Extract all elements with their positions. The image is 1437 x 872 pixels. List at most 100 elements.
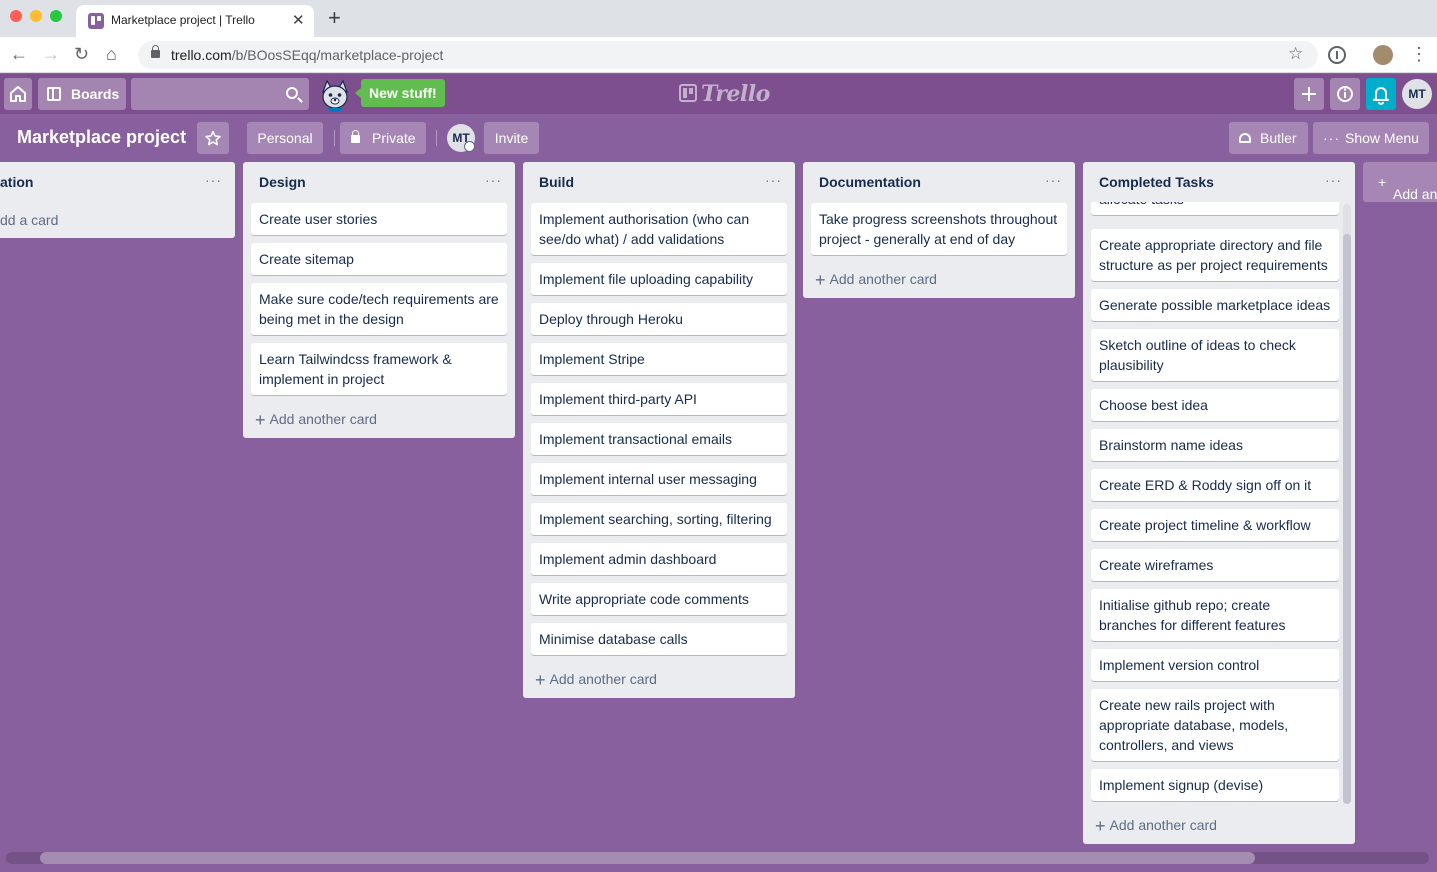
butler-button[interactable]: Butler [1229, 122, 1308, 154]
invite-button[interactable]: Invite [484, 122, 539, 154]
lock-icon [151, 45, 160, 58]
trello-logo-icon [679, 84, 697, 102]
search-icon[interactable] [286, 87, 298, 99]
card[interactable]: Write appropriate code comments [531, 583, 787, 615]
list-completed-tasks[interactable]: Completed Tasks ··· allocate tasks Creat… [1083, 162, 1355, 844]
card[interactable]: Create user stories [251, 203, 507, 235]
card[interactable]: Implement third-party API [531, 383, 787, 415]
card[interactable]: Learn Tailwindcss framework & implement … [251, 343, 507, 395]
list-title[interactable]: Design [259, 174, 306, 190]
add-card-button[interactable]: + Add another card [815, 270, 937, 291]
plus-icon: + [255, 410, 266, 430]
card[interactable]: Implement searching, sorting, filtering [531, 503, 787, 535]
trello-logo[interactable]: Trello [679, 81, 770, 107]
minimize-window-button[interactable] [30, 10, 42, 22]
card[interactable]: Implement admin dashboard [531, 543, 787, 575]
forward-arrow-icon[interactable]: → [42, 44, 60, 64]
card[interactable]: Create wireframes [1091, 549, 1339, 581]
home-button[interactable] [4, 78, 32, 110]
list-title[interactable]: Completed Tasks [1099, 174, 1214, 190]
info-icon [1337, 86, 1353, 102]
privacy-button[interactable]: Private [340, 122, 426, 154]
divider [334, 130, 335, 146]
address-bar[interactable]: trello.com/b/BOosSEqq/marketplace-projec… [138, 41, 1318, 69]
card[interactable]: Implement Stripe [531, 343, 787, 375]
add-card-button[interactable]: + Add another card [535, 670, 657, 691]
list-title[interactable]: Documentation [819, 174, 921, 190]
card[interactable]: Implement internal user messaging [531, 463, 787, 495]
card[interactable]: Sketch outline of ideas to check plausib… [1091, 329, 1339, 381]
info-button[interactable] [1330, 78, 1360, 110]
url-text[interactable]: trello.com/b/BOosSEqq/marketplace-projec… [171, 47, 443, 63]
back-arrow-icon[interactable]: ← [10, 44, 28, 64]
profile-avatar[interactable] [1373, 45, 1393, 65]
board-title[interactable]: Marketplace project [17, 127, 186, 148]
list-scrollbar-thumb[interactable] [1343, 234, 1351, 804]
card[interactable]: Implement signup (devise) [1091, 769, 1339, 801]
card[interactable]: Create sitemap [251, 243, 507, 275]
browser-tab[interactable]: Marketplace project | Trello ✕ [76, 5, 314, 37]
plus-icon: + [535, 670, 546, 690]
card[interactable]: Choose best idea [1091, 389, 1339, 421]
card-scroll-area[interactable]: allocate tasks Create appropriate direct… [1083, 202, 1355, 806]
reload-icon[interactable]: ↻ [74, 44, 89, 64]
more-icon: ··· [1323, 130, 1340, 146]
user-avatar[interactable]: MT [1402, 79, 1432, 109]
card[interactable]: Generate possible marketplace ideas [1091, 289, 1339, 321]
tab-close-icon[interactable]: ✕ [292, 11, 305, 29]
card[interactable]: Implement authorisation (who can see/do … [531, 203, 787, 255]
card[interactable]: Create appropriate directory and file st… [1091, 229, 1339, 281]
plus-icon: + [1095, 816, 1106, 836]
new-tab-button[interactable]: + [328, 7, 341, 29]
list-menu-icon[interactable]: ··· [1045, 172, 1062, 188]
search-box[interactable] [131, 78, 309, 110]
list-documentation[interactable]: Documentation ··· Take progress screensh… [803, 162, 1075, 298]
list-design[interactable]: Design ··· Create user stories Create si… [243, 162, 515, 438]
boards-button[interactable]: Boards [38, 78, 126, 110]
new-stuff-badge[interactable]: New stuff! [355, 79, 445, 107]
home-icon[interactable]: ⌂ [106, 44, 117, 64]
add-card-button[interactable]: dd a card [0, 212, 58, 228]
list-build[interactable]: Build ··· Implement authorisation (who c… [523, 162, 795, 698]
add-card-button[interactable]: + Add another card [1095, 816, 1217, 837]
bookmark-star-icon[interactable]: ☆ [1288, 44, 1303, 64]
show-menu-button[interactable]: ··· Show Menu [1313, 122, 1429, 154]
add-card-button[interactable]: + Add another card [255, 410, 377, 431]
taco-mascot-icon[interactable] [318, 78, 352, 112]
add-list-button[interactable]: + Add another list [1363, 162, 1437, 202]
card[interactable]: Create new rails project with appropriat… [1091, 689, 1339, 761]
card[interactable]: allocate tasks [1091, 202, 1339, 215]
search-input[interactable] [131, 78, 281, 110]
card[interactable]: Create ERD & Roddy sign off on it [1091, 469, 1339, 501]
browser-menu-icon[interactable]: ⋮ [1410, 45, 1428, 63]
notifications-button[interactable] [1366, 78, 1396, 110]
card[interactable]: Minimise database calls [531, 623, 787, 655]
logo-text: Trello [701, 81, 770, 107]
card[interactable]: Initialise github repo; create branches … [1091, 589, 1339, 641]
card[interactable]: Implement transactional emails [531, 423, 787, 455]
card[interactable]: Deploy through Heroku [531, 303, 787, 335]
card[interactable]: Implement file uploading capability [531, 263, 787, 295]
create-button[interactable] [1294, 78, 1324, 110]
card[interactable]: Take progress screenshots throughout pro… [811, 203, 1067, 255]
card[interactable]: Brainstorm name ideas [1091, 429, 1339, 461]
maximize-window-button[interactable] [50, 10, 62, 22]
list-menu-icon[interactable]: ··· [765, 172, 782, 188]
close-window-button[interactable] [10, 10, 22, 22]
list-title[interactable]: ation [0, 174, 33, 190]
add-list-label: + Add another list [1378, 174, 1437, 202]
card[interactable]: Make sure code/tech requirements are bei… [251, 283, 507, 335]
list-menu-icon[interactable]: ··· [205, 172, 222, 188]
extension-info-icon[interactable] [1328, 46, 1346, 64]
board-scrollbar-thumb[interactable] [40, 852, 1255, 864]
plus-icon [1302, 87, 1316, 101]
list-title[interactable]: Build [539, 174, 574, 190]
list-implementation[interactable]: ation ··· dd a card [0, 162, 235, 238]
star-icon [205, 130, 221, 146]
card[interactable]: Implement version control [1091, 649, 1339, 681]
team-visibility-button[interactable]: Personal [247, 122, 323, 154]
list-menu-icon[interactable]: ··· [1325, 172, 1342, 188]
list-menu-icon[interactable]: ··· [485, 172, 502, 188]
card[interactable]: Create project timeline & workflow [1091, 509, 1339, 541]
star-board-button[interactable] [197, 122, 229, 154]
